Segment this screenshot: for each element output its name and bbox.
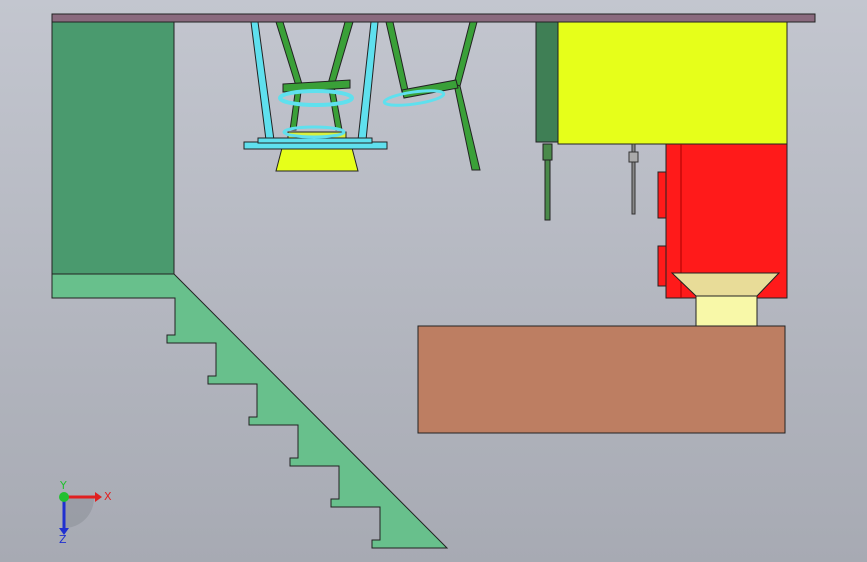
staircase[interactable] — [51, 273, 449, 549]
green-frame-right-cross — [401, 79, 459, 99]
hanging-rod-clip — [628, 151, 639, 163]
coordinate-triad: X Y Z — [59, 479, 112, 546]
x-axis-label: X — [104, 490, 112, 503]
frame-base-top — [257, 137, 373, 144]
frame-leg-left[interactable] — [250, 21, 275, 141]
funnel-throat[interactable] — [695, 295, 758, 327]
green-frame-right-leg-b[interactable] — [453, 21, 478, 87]
green-frame-right-leg-a[interactable] — [385, 21, 409, 93]
ceiling-slab[interactable] — [51, 13, 816, 23]
probe-tip — [542, 143, 553, 161]
machine-upper-box[interactable] — [557, 21, 788, 145]
z-axis-label: Z — [59, 533, 67, 546]
frame-ring-upper — [278, 89, 354, 107]
green-frame-leg-b[interactable] — [327, 21, 354, 87]
y-axis-origin — [59, 492, 69, 502]
machine-column[interactable] — [535, 21, 559, 143]
triad-shadow — [64, 498, 94, 528]
machine-lower-knob-a[interactable] — [657, 171, 667, 219]
base-block[interactable] — [417, 325, 786, 434]
y-axis-label: Y — [59, 479, 67, 492]
machine-lower-knob-b[interactable] — [657, 245, 667, 287]
frame-leg-right[interactable] — [357, 21, 379, 141]
green-frame-leg-a[interactable] — [275, 21, 303, 87]
green-frame-right-leg-c[interactable] — [453, 83, 481, 171]
hopper[interactable] — [275, 147, 359, 172]
x-axis-head — [95, 492, 102, 502]
model-canvas[interactable]: X Y Z — [0, 0, 867, 562]
cad-viewport[interactable]: X Y Z — [0, 0, 867, 562]
wall-block[interactable] — [51, 21, 175, 275]
frame-ring-right — [382, 89, 446, 107]
